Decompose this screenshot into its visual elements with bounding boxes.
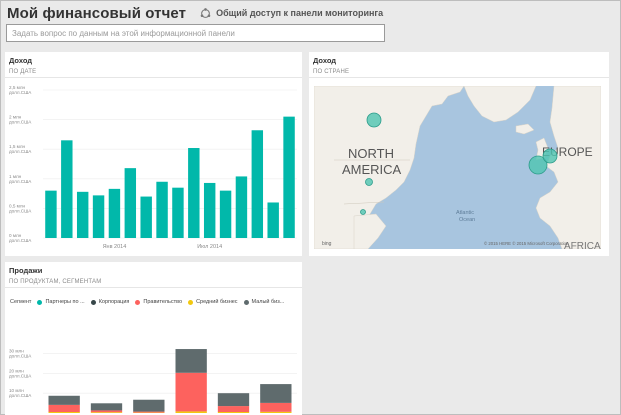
sales-bar-segment[interactable] xyxy=(260,384,292,403)
map-label-america: AMERICA xyxy=(342,162,402,177)
y-tick-label: долл.США xyxy=(9,120,32,125)
map-label-north: NORTH xyxy=(348,146,394,161)
share-dashboard-button[interactable]: Общий доступ к панели мониторинга xyxy=(200,7,384,19)
tile-title: Доход xyxy=(313,56,337,65)
income-bar[interactable] xyxy=(172,187,184,238)
y-tick-label: долл.США xyxy=(9,90,32,95)
y-tick-label: долл.США xyxy=(9,149,32,154)
map-label-atlantic-1: Atlantic xyxy=(456,210,474,216)
income-bar[interactable] xyxy=(283,116,295,238)
income-bar[interactable] xyxy=(188,148,200,238)
x-tick-label: Июл 2014 xyxy=(197,244,222,250)
income-bar[interactable] xyxy=(219,190,232,238)
income-bar[interactable] xyxy=(76,191,89,238)
sales-bar-segment[interactable] xyxy=(90,412,123,413)
y-tick-label: долл.США xyxy=(9,393,32,398)
income-bar[interactable] xyxy=(140,196,152,238)
map-label-africa: AFRICA xyxy=(564,241,601,249)
income-bar[interactable] xyxy=(235,176,248,238)
y-tick-label: долл.США xyxy=(9,373,32,378)
sales-stacked-chart: 30 млндолл.США20 млндолл.США10 млндолл.С… xyxy=(9,349,297,413)
sales-bar-segment[interactable] xyxy=(48,395,80,405)
income-bar[interactable] xyxy=(92,195,105,238)
sales-bar-segment[interactable] xyxy=(260,411,292,413)
sales-bar-segment[interactable] xyxy=(217,412,250,413)
income-bar[interactable] xyxy=(267,202,279,238)
income-bar[interactable] xyxy=(156,181,168,238)
sales-bar-segment[interactable] xyxy=(133,399,165,412)
sales-bar-segment[interactable] xyxy=(175,411,207,413)
map-label-atlantic-2: Ocean xyxy=(459,217,475,223)
sales-bar-segment[interactable] xyxy=(48,412,80,413)
sales-bar-segment[interactable] xyxy=(48,404,80,413)
qa-placeholder: Задать вопрос по данным на этой информац… xyxy=(12,29,235,38)
income-bar[interactable] xyxy=(108,188,121,238)
income-map[interactable]: NORTH AMERICA EUROPE Atlantic Ocean AFRI… xyxy=(314,86,601,249)
tile-income-by-date[interactable]: Доход ПО ДАТЕ 2,5 млн долл.США 2 млн долл.С… xyxy=(5,52,302,256)
income-bar[interactable] xyxy=(61,140,73,238)
sales-bar-segment[interactable] xyxy=(217,406,250,413)
dashboard-title: Мой финансовый отчет xyxy=(7,4,187,22)
tile-income-by-country[interactable]: Доход ПО СТРАНЕ NORTH AMERICA EUROPE Atl… xyxy=(309,52,609,256)
sales-bar-segment[interactable] xyxy=(260,402,292,412)
tile-subtitle: ПО СТРАНЕ xyxy=(313,69,350,75)
tile-header: Доход ПО СТРАНЕ xyxy=(309,52,609,78)
qa-search-input[interactable]: Задать вопрос по данным на этой информац… xyxy=(6,24,385,42)
y-tick-label: долл.США xyxy=(9,238,32,243)
map-overlay: NORTH AMERICA EUROPE Atlantic Ocean AFRI… xyxy=(322,112,601,249)
income-bar[interactable] xyxy=(251,130,264,238)
y-tick-label: долл.США xyxy=(9,354,32,359)
sales-bar-segment[interactable] xyxy=(90,410,123,413)
income-bar[interactable] xyxy=(124,168,137,238)
sales-bar-segment[interactable] xyxy=(133,411,165,413)
dashboard-header: Мой финансовый отчет Общий доступ к пане… xyxy=(7,4,383,22)
sales-bar-segment[interactable] xyxy=(90,403,123,411)
y-tick-label: долл.США xyxy=(9,179,32,184)
bing-logo: bing xyxy=(322,241,332,247)
bubble-germany[interactable] xyxy=(542,148,558,164)
bubble-usa[interactable] xyxy=(365,178,373,186)
income-bar-chart: 2,5 млндолл.США2 млндолл.США1,5 млндолл.… xyxy=(9,85,297,250)
bubble-canada[interactable] xyxy=(366,112,382,128)
sales-bar-segment[interactable] xyxy=(175,372,207,412)
share-icon xyxy=(200,7,211,18)
bubble-mexico[interactable] xyxy=(360,209,366,215)
tile-sales[interactable]: Продажи ПО ПРОДУКТАМ, СЕГМЕНТАМ Сегмент … xyxy=(5,262,302,415)
map-copyright: © 2015 HERE © 2015 Microsoft Corporation xyxy=(484,241,569,246)
income-bar[interactable] xyxy=(45,190,57,238)
sales-bar-segment[interactable] xyxy=(175,349,207,373)
income-bar[interactable] xyxy=(203,182,216,238)
y-tick-label: долл.США xyxy=(9,208,32,213)
x-tick-label: Янв 2014 xyxy=(103,244,127,250)
sales-bar-segment[interactable] xyxy=(217,393,250,407)
share-label: Общий доступ к панели мониторинга xyxy=(216,8,384,18)
